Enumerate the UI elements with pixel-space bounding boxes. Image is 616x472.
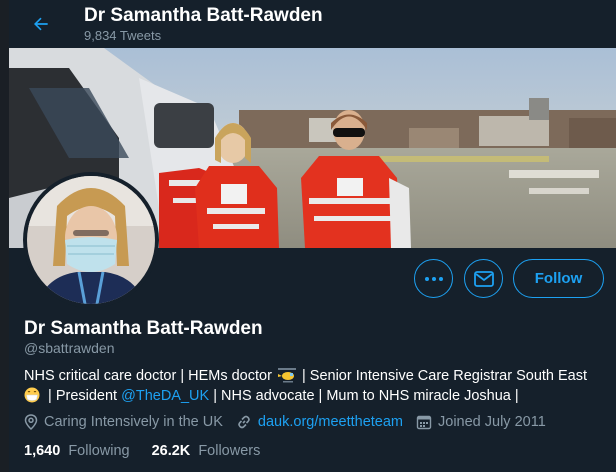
avatar-image	[27, 176, 155, 304]
joined-text: Joined July 2011	[438, 414, 546, 430]
location-item: Caring Intensively in the UK	[24, 414, 223, 430]
back-arrow-icon	[34, 17, 48, 31]
profile-stats: 1,640 Following 26.2K Followers	[24, 443, 282, 459]
profile-top-bar: Dr Samantha Batt-Rawden 9,834 Tweets	[9, 0, 616, 48]
joined-item: Joined July 2011	[416, 414, 546, 430]
profile-meta: Caring Intensively in the UK dauk.org/me…	[24, 414, 559, 430]
back-button[interactable]	[25, 8, 57, 40]
profile-bio: NHS critical care doctor | HEMs doctor |…	[24, 367, 604, 406]
profile-avatar[interactable]	[23, 172, 159, 308]
tweet-count: 9,834 Tweets	[84, 28, 162, 43]
following-count: 1,640	[24, 443, 61, 459]
header-display-name: Dr Samantha Batt-Rawden	[84, 5, 323, 26]
website-item: dauk.org/meettheteam	[236, 414, 403, 430]
bio-mention-link[interactable]: @TheDA_UK	[121, 388, 209, 404]
more-options-button[interactable]	[414, 259, 453, 298]
followers-count: 26.2K	[151, 443, 191, 459]
bio-text-1: NHS critical care doctor | HEMs doctor	[24, 368, 272, 384]
profile-display-name: Dr Samantha Batt-Rawden	[24, 318, 263, 339]
mask-face-emoji-icon	[24, 387, 40, 403]
more-icon	[424, 276, 443, 281]
link-icon	[238, 415, 250, 429]
following-label: Following	[68, 443, 130, 459]
follow-button[interactable]: Follow	[513, 259, 604, 298]
profile-handle: @sbattrawden	[24, 340, 115, 356]
website-link[interactable]: dauk.org/meettheteam	[258, 414, 403, 430]
bio-text-3: | President	[48, 387, 118, 404]
message-button[interactable]	[464, 259, 503, 298]
location-pin-icon	[24, 414, 38, 430]
bio-text-4: | NHS advocate | Mum to NHS miracle Josh…	[213, 387, 519, 404]
bio-text-2: | Senior Intensive Care Registrar South …	[301, 368, 588, 384]
helicopter-emoji-icon	[277, 367, 296, 383]
calendar-icon	[416, 415, 432, 430]
followers-label: Followers	[198, 443, 261, 459]
followers-link[interactable]: 26.2K Followers	[152, 443, 261, 459]
following-link[interactable]: 1,640 Following	[24, 443, 130, 459]
envelope-icon	[473, 270, 494, 287]
location-text: Caring Intensively in the UK	[44, 414, 223, 430]
window-edge	[0, 0, 9, 472]
